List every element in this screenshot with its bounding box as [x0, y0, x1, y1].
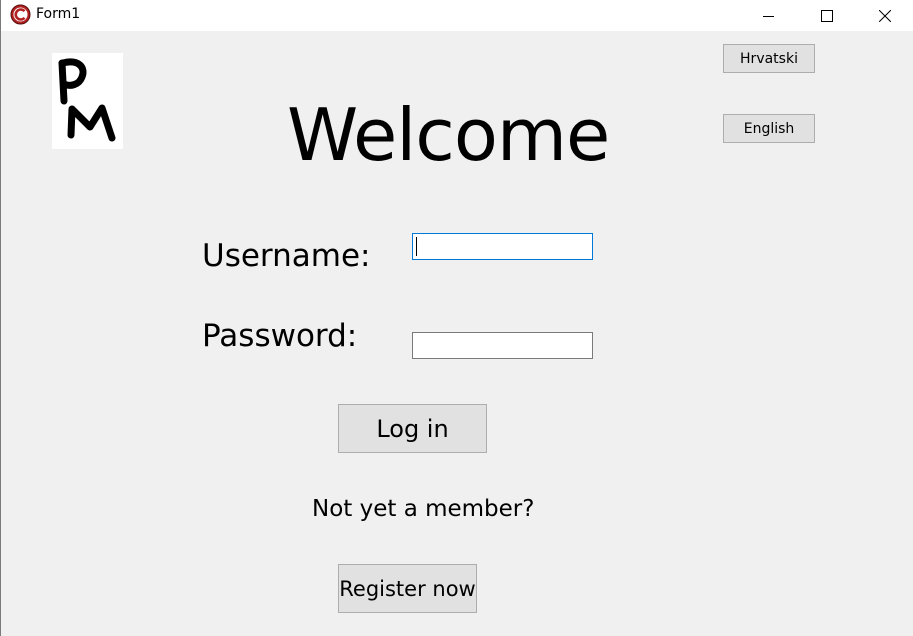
not-member-text: Not yet a member? [312, 496, 535, 522]
login-button[interactable]: Log in [338, 404, 487, 453]
password-label: Password: [202, 318, 358, 354]
close-icon [879, 9, 891, 22]
welcome-heading: Welcome [287, 93, 610, 177]
login-window: Form1 Hrvatski English Welcome Username:… [0, 0, 913, 636]
register-button[interactable]: Register now [338, 564, 477, 613]
maximize-button[interactable] [804, 0, 850, 31]
minimize-button[interactable] [746, 0, 792, 31]
english-language-button[interactable]: English [723, 114, 815, 143]
password-input[interactable] [412, 332, 593, 359]
username-label: Username: [202, 238, 371, 274]
close-button[interactable] [862, 0, 908, 31]
croatian-language-button[interactable]: Hrvatski [723, 44, 815, 73]
text-cursor [416, 237, 417, 256]
window-title: Form1 [36, 6, 81, 22]
pm-logo-icon [58, 58, 116, 142]
maximize-icon [821, 9, 833, 22]
username-input[interactable] [412, 233, 593, 260]
app-icon [10, 4, 31, 25]
logo-image [52, 53, 123, 149]
minimize-icon [763, 15, 774, 17]
title-bar[interactable]: Form1 [1, 0, 913, 31]
